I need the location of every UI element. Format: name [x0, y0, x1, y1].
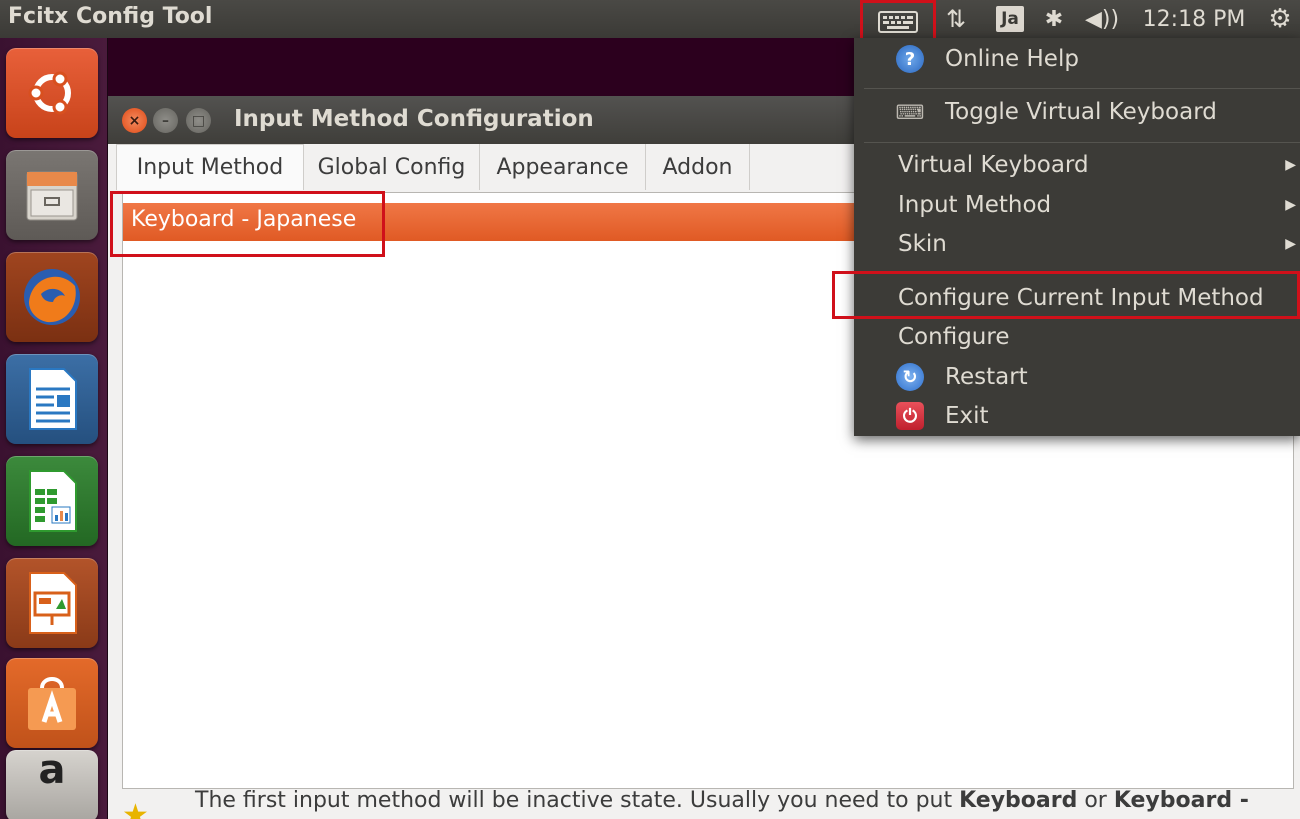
submenu-arrow-icon: ▶ [1285, 197, 1296, 213]
hint-bold-keyboard: Keyboard [959, 788, 1078, 813]
menu-item-label: Online Help [945, 46, 1079, 72]
top-panel: Fcitx Config Tool ⇅ Ja ✱ ◀)) 12:18 PM ⚙ [0, 0, 1300, 43]
session-gear-icon[interactable]: ⚙ [1262, 0, 1298, 38]
firefox-icon[interactable] [6, 252, 98, 342]
maximize-button[interactable]: □ [186, 108, 211, 133]
hint-text: The first input method will be inactive … [120, 788, 1300, 819]
fcitx-tray-menu: ? Online Help ⌨ Toggle Virtual Keyboard … [854, 38, 1300, 436]
network-icon[interactable]: ⇅ [938, 0, 974, 38]
hint-middle: or [1077, 788, 1114, 813]
submenu-arrow-icon: ▶ [1285, 236, 1296, 252]
menu-item-label: Input Method [898, 192, 1052, 218]
menu-item-online-help[interactable]: ? Online Help [854, 40, 1300, 78]
tab-input-method[interactable]: Input Method [116, 144, 304, 190]
tab-appearance[interactable]: Appearance [480, 144, 646, 190]
libreoffice-writer-icon[interactable] [6, 354, 98, 444]
menu-item-label: Configure [898, 324, 1010, 350]
selection-highlight-box [110, 191, 385, 257]
amazon-label: a [38, 747, 66, 793]
menu-item-exit[interactable]: ⏻ Exit [854, 397, 1300, 435]
files-icon[interactable] [6, 150, 98, 240]
amazon-icon[interactable]: a [6, 750, 98, 819]
menu-separator [864, 142, 1300, 143]
menu-item-label: Virtual Keyboard [898, 152, 1089, 178]
keyboard-icon: ⌨ [895, 100, 925, 124]
input-method-indicator[interactable]: Ja [992, 0, 1028, 38]
launcher: a [0, 38, 108, 819]
ubuntu-dash-icon[interactable] [6, 48, 98, 138]
exit-icon: ⏻ [896, 402, 924, 430]
restart-icon: ↻ [896, 363, 924, 391]
input-method-label: Ja [996, 6, 1024, 32]
menu-item-configure[interactable]: Configure [854, 318, 1300, 356]
menu-separator [864, 88, 1300, 89]
menu-item-label: Toggle Virtual Keyboard [945, 99, 1217, 125]
menu-item-label: Exit [945, 403, 989, 429]
close-button[interactable]: × [122, 108, 147, 133]
bluetooth-icon[interactable]: ✱ [1040, 0, 1068, 38]
menu-item-restart[interactable]: ↻ Restart [854, 358, 1300, 396]
software-center-icon[interactable] [6, 658, 98, 748]
menu-item-input-method[interactable]: Input Method ▶ [854, 186, 1300, 224]
menu-item-toggle-virtual-keyboard[interactable]: ⌨ Toggle Virtual Keyboard [854, 93, 1300, 131]
volume-icon[interactable]: ◀)) [1080, 0, 1124, 38]
keyboard-indicator-icon[interactable] [860, 0, 936, 43]
menu-item-label: Restart [945, 364, 1028, 390]
menu-item-virtual-keyboard[interactable]: Virtual Keyboard ▶ [854, 146, 1300, 184]
libreoffice-impress-icon[interactable] [6, 558, 98, 648]
menu-highlight-box [832, 271, 1300, 319]
help-icon: ? [896, 45, 924, 73]
menu-item-label: Skin [898, 231, 947, 257]
hint-bold-keyboard-dash: Keyboard - [1113, 788, 1249, 813]
hint-prefix: The first input method will be inactive … [195, 788, 960, 813]
tab-addon[interactable]: Addon [646, 144, 750, 190]
menu-item-skin[interactable]: Skin ▶ [854, 225, 1300, 263]
minimize-button[interactable]: – [153, 108, 178, 133]
submenu-arrow-icon: ▶ [1285, 157, 1296, 173]
window-title: Input Method Configuration [234, 106, 594, 132]
clock[interactable]: 12:18 PM [1138, 0, 1250, 38]
tab-global-config[interactable]: Global Config [304, 144, 480, 190]
libreoffice-calc-icon[interactable] [6, 456, 98, 546]
app-title: Fcitx Config Tool [8, 4, 213, 29]
